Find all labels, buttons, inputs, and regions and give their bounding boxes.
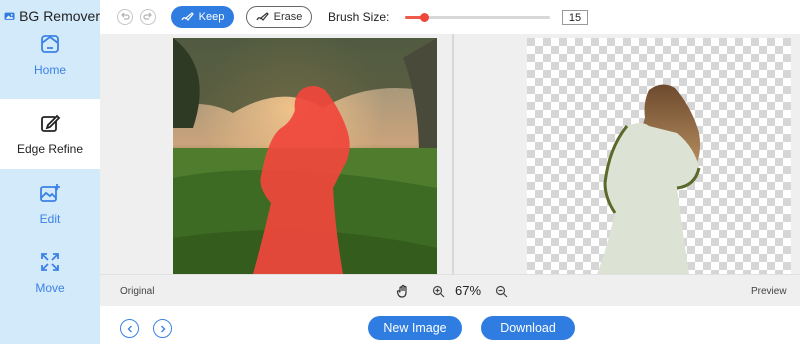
- sidebar-item-label: Move: [35, 281, 65, 295]
- undo-button[interactable]: [117, 9, 133, 25]
- redo-button[interactable]: [140, 9, 156, 25]
- home-icon: [41, 35, 59, 53]
- sidebar-item-edit[interactable]: Edit: [0, 169, 100, 239]
- edit-image-icon: [40, 184, 60, 202]
- sidebar-item-label: Edge Refine: [16, 142, 84, 156]
- zoom-in-icon: [432, 285, 444, 297]
- brush-size-label: Brush Size:: [328, 10, 390, 24]
- canvas-status-bar: Original 67% Preview: [100, 274, 800, 306]
- preview-image[interactable]: [527, 38, 791, 274]
- sidebar-item-home[interactable]: Home: [0, 20, 100, 90]
- erase-button[interactable]: Erase: [246, 6, 312, 28]
- brush-size-slider[interactable]: [405, 13, 550, 22]
- sidebar: BG Remover Home Edge Refine Edit Move: [0, 0, 100, 344]
- edge-refine-icon: [41, 114, 61, 132]
- brush-size-value[interactable]: 15: [562, 10, 588, 25]
- sidebar-item-edge-refine[interactable]: Edge Refine: [0, 99, 100, 169]
- sidebar-item-label: Home: [33, 63, 66, 77]
- zoom-level: 67%: [455, 283, 482, 298]
- new-image-button[interactable]: New Image: [368, 316, 462, 340]
- chevron-left-icon: [127, 325, 132, 332]
- previous-button[interactable]: [120, 319, 139, 338]
- move-arrows-icon: [41, 253, 59, 271]
- zoom-in-button[interactable]: [430, 283, 446, 299]
- keep-label: Keep: [198, 11, 225, 23]
- download-button[interactable]: Download: [481, 316, 575, 340]
- erase-label: Erase: [273, 11, 303, 23]
- canvas-area: [100, 34, 800, 274]
- erase-brush-icon: [256, 12, 269, 21]
- preview-label: Preview: [751, 286, 787, 297]
- brush-size-handle[interactable]: [419, 13, 429, 22]
- next-button[interactable]: [153, 319, 172, 338]
- keep-brush-icon: [181, 12, 194, 21]
- toolbar: Keep Erase Brush Size: 15: [100, 0, 800, 34]
- sidebar-item-move[interactable]: Move: [0, 238, 100, 308]
- hand-pan-icon: [396, 284, 407, 298]
- keep-button[interactable]: Keep: [171, 6, 234, 28]
- original-label: Original: [120, 286, 155, 297]
- zoom-out-button[interactable]: [493, 283, 509, 299]
- redo-icon: [143, 12, 152, 20]
- footer: New Image Download: [100, 306, 800, 344]
- original-image[interactable]: [173, 38, 437, 274]
- sidebar-item-label: Edit: [39, 212, 61, 226]
- chevron-right-icon: [160, 325, 165, 332]
- undo-icon: [121, 12, 130, 20]
- panel-divider: [452, 34, 454, 274]
- zoom-out-icon: [495, 285, 507, 297]
- hand-pan-button[interactable]: [395, 283, 411, 299]
